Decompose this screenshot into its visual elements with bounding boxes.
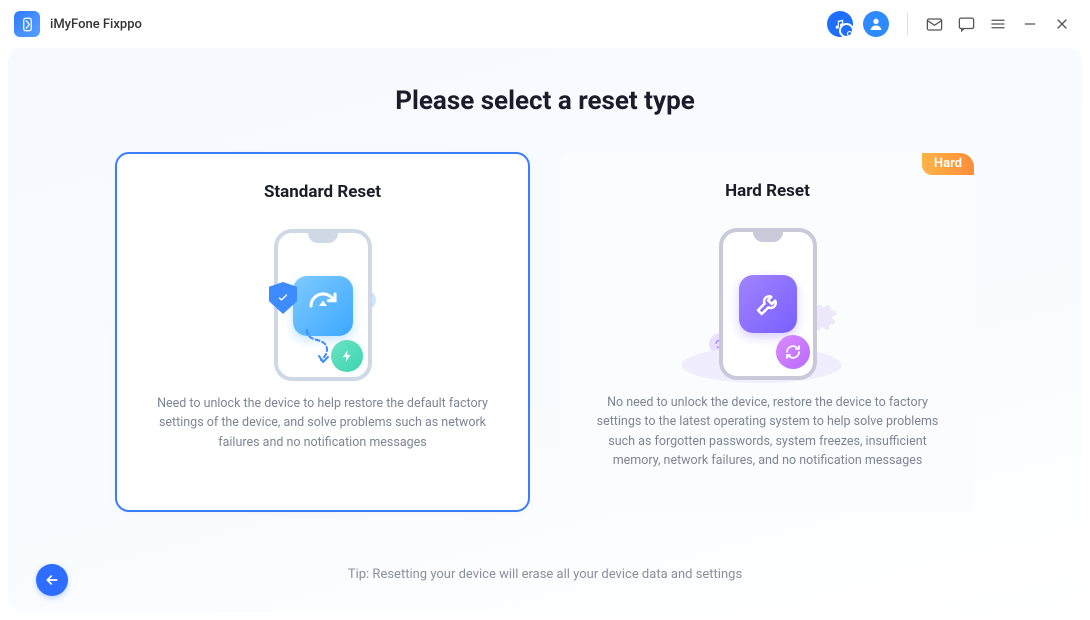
app-logo: [14, 11, 40, 37]
standard-reset-title: Standard Reset: [264, 182, 381, 202]
wrench-tile-icon: [739, 275, 797, 333]
footer-tip: Tip: Resetting your device will erase al…: [8, 567, 1082, 582]
hard-reset-title: Hard Reset: [725, 181, 810, 201]
standard-reset-card[interactable]: Standard Reset Need to unlock the device…: [115, 152, 530, 512]
divider: [907, 13, 908, 35]
standard-reset-illustration: [141, 220, 504, 390]
minimize-button[interactable]: [1016, 10, 1044, 38]
bolt-icon: [331, 340, 363, 372]
feedback-icon[interactable]: [952, 10, 980, 38]
hard-badge: Hard: [922, 153, 974, 175]
app-title: iMyFone Fixppo: [50, 17, 142, 32]
titlebar: iMyFone Fixppo: [0, 0, 1090, 48]
close-button[interactable]: [1048, 10, 1076, 38]
mail-icon[interactable]: [920, 10, 948, 38]
refresh-tile-icon: [293, 276, 353, 336]
music-search-icon[interactable]: [827, 11, 853, 37]
hard-reset-illustration: [585, 219, 950, 389]
menu-icon[interactable]: [984, 10, 1012, 38]
hard-reset-card[interactable]: Hard Hard Reset No need to unlock: [560, 152, 975, 512]
back-button[interactable]: [36, 564, 68, 596]
standard-reset-description: Need to unlock the device to help restor…: [141, 390, 504, 456]
main-content: Please select a reset type Standard Rese…: [8, 48, 1082, 612]
hard-reset-description: No need to unlock the device, restore th…: [585, 389, 950, 475]
page-title: Please select a reset type: [8, 86, 1082, 116]
account-icon[interactable]: [863, 11, 889, 37]
sync-icon: [776, 335, 810, 369]
